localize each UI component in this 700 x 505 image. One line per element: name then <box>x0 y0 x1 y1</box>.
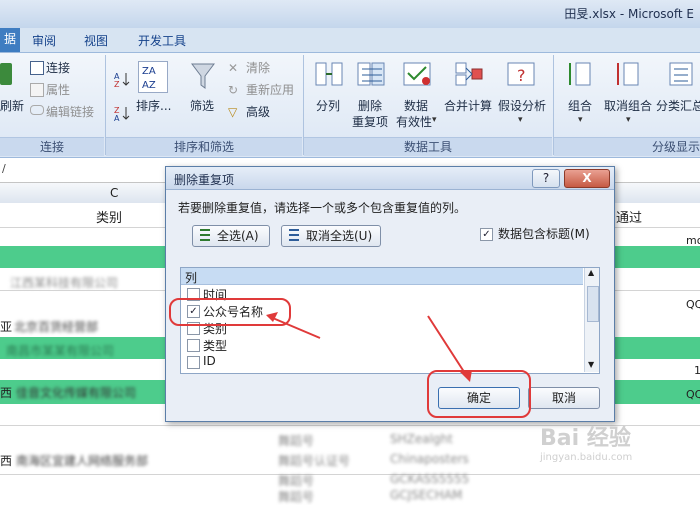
baidu-watermark: Bai 经验 jingyan.baidu.com <box>540 420 632 463</box>
watermark-url: jingyan.baidu.com <box>540 452 633 463</box>
watermark-logo: Bai 经验 <box>540 426 631 451</box>
